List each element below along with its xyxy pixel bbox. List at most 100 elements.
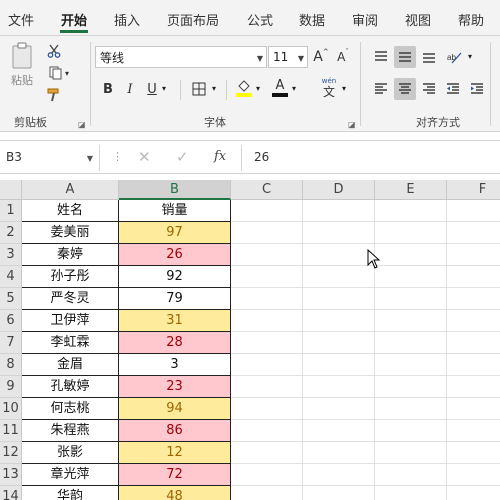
empty-cell[interactable] (231, 420, 303, 442)
header-cell-name[interactable]: 姓名 (22, 200, 119, 222)
empty-cell[interactable] (375, 288, 447, 310)
increase-indent-button[interactable] (466, 78, 488, 100)
row-header[interactable]: 1 (0, 200, 22, 222)
row-header[interactable]: 11 (0, 420, 22, 442)
column-header-b[interactable]: B (119, 180, 231, 200)
cell-sales[interactable]: 72 (119, 464, 231, 486)
empty-cell[interactable] (231, 266, 303, 288)
empty-cell[interactable] (447, 420, 500, 442)
cell-name[interactable]: 孙子彤 (22, 266, 119, 288)
empty-cell[interactable] (303, 354, 375, 376)
cell-sales[interactable]: 86 (119, 420, 231, 442)
empty-cell[interactable] (375, 464, 447, 486)
borders-button[interactable] (188, 78, 210, 100)
cell-sales[interactable]: 26 (119, 244, 231, 266)
cell-sales[interactable]: 48 (119, 486, 231, 500)
empty-cell[interactable] (447, 442, 500, 464)
row-header[interactable]: 10 (0, 398, 22, 420)
align-bottom-button[interactable] (418, 46, 440, 68)
font-name-select[interactable]: 等线 ▼ (95, 46, 267, 68)
underline-button[interactable]: U (142, 78, 162, 100)
menu-data[interactable]: 数据 (299, 10, 325, 29)
empty-cell[interactable] (447, 398, 500, 420)
paste-button[interactable]: 粘贴 (6, 40, 38, 90)
empty-cell[interactable] (303, 486, 375, 500)
cell-sales[interactable]: 79 (119, 288, 231, 310)
cut-button[interactable] (44, 42, 64, 60)
select-all-corner[interactable] (0, 180, 22, 200)
fill-color-button[interactable] (234, 76, 254, 100)
empty-cell[interactable] (375, 442, 447, 464)
row-header[interactable]: 9 (0, 376, 22, 398)
row-header[interactable]: 8 (0, 354, 22, 376)
name-box[interactable]: B3 ▼ (0, 145, 100, 171)
cell-name[interactable]: 华韵 (22, 486, 119, 500)
cell-sales[interactable]: 3 (119, 354, 231, 376)
empty-cell[interactable] (231, 222, 303, 244)
cancel-icon[interactable]: ✕ (138, 148, 151, 166)
cell-name[interactable]: 章光萍 (22, 464, 119, 486)
row-header[interactable]: 3 (0, 244, 22, 266)
row-header[interactable]: 5 (0, 288, 22, 310)
empty-cell[interactable] (447, 200, 500, 222)
column-header-e[interactable]: E (375, 180, 447, 200)
empty-cell[interactable] (447, 222, 500, 244)
cell-sales[interactable]: 97 (119, 222, 231, 244)
enter-icon[interactable]: ✓ (176, 148, 189, 166)
row-header[interactable]: 4 (0, 266, 22, 288)
bold-button[interactable]: B (98, 78, 118, 100)
column-header-a[interactable]: A (22, 180, 119, 200)
empty-cell[interactable] (231, 486, 303, 500)
menu-help[interactable]: 帮助 (458, 10, 484, 29)
empty-cell[interactable] (303, 266, 375, 288)
align-middle-button[interactable] (394, 46, 416, 68)
dialog-launcher-icon[interactable]: ◪ (78, 120, 86, 129)
empty-cell[interactable] (447, 464, 500, 486)
cell-name[interactable]: 孔敏婷 (22, 376, 119, 398)
empty-cell[interactable] (303, 200, 375, 222)
empty-cell[interactable] (375, 266, 447, 288)
column-header-f[interactable]: F (447, 180, 500, 200)
orientation-button[interactable]: ab (442, 46, 466, 68)
phonetic-button[interactable]: wén 文 (318, 76, 340, 100)
empty-cell[interactable] (231, 310, 303, 332)
empty-cell[interactable] (231, 376, 303, 398)
menu-formulas[interactable]: 公式 (247, 10, 273, 29)
column-header-d[interactable]: D (303, 180, 375, 200)
row-header[interactable]: 2 (0, 222, 22, 244)
align-left-button[interactable] (370, 78, 392, 100)
empty-cell[interactable] (375, 376, 447, 398)
menu-view[interactable]: 视图 (405, 10, 431, 29)
cell-sales[interactable]: 12 (119, 442, 231, 464)
menu-file[interactable]: 文件 (8, 10, 34, 29)
empty-cell[interactable] (447, 244, 500, 266)
cell-name[interactable]: 张影 (22, 442, 119, 464)
empty-cell[interactable] (303, 398, 375, 420)
header-cell-sales[interactable]: 销量 (119, 200, 231, 222)
empty-cell[interactable] (375, 222, 447, 244)
empty-cell[interactable] (375, 486, 447, 500)
empty-cell[interactable] (375, 398, 447, 420)
empty-cell[interactable] (303, 244, 375, 266)
column-header-c[interactable]: C (231, 180, 303, 200)
empty-cell[interactable] (231, 200, 303, 222)
empty-cell[interactable] (231, 244, 303, 266)
cell-sales[interactable]: 31 (119, 310, 231, 332)
cell-name[interactable]: 秦婷 (22, 244, 119, 266)
empty-cell[interactable] (447, 354, 500, 376)
empty-cell[interactable] (303, 332, 375, 354)
empty-cell[interactable] (231, 288, 303, 310)
empty-cell[interactable] (303, 442, 375, 464)
cell-sales[interactable]: 23 (119, 376, 231, 398)
empty-cell[interactable] (375, 354, 447, 376)
menu-home[interactable]: 开始 (61, 10, 87, 29)
grow-font-button[interactable]: A ^ (312, 46, 330, 68)
empty-cell[interactable] (375, 332, 447, 354)
cell-name[interactable]: 金眉 (22, 354, 119, 376)
cell-name[interactable]: 何志桃 (22, 398, 119, 420)
empty-cell[interactable] (447, 266, 500, 288)
empty-cell[interactable] (231, 354, 303, 376)
empty-cell[interactable] (447, 288, 500, 310)
align-right-button[interactable] (418, 78, 440, 100)
italic-button[interactable]: I (120, 78, 140, 100)
